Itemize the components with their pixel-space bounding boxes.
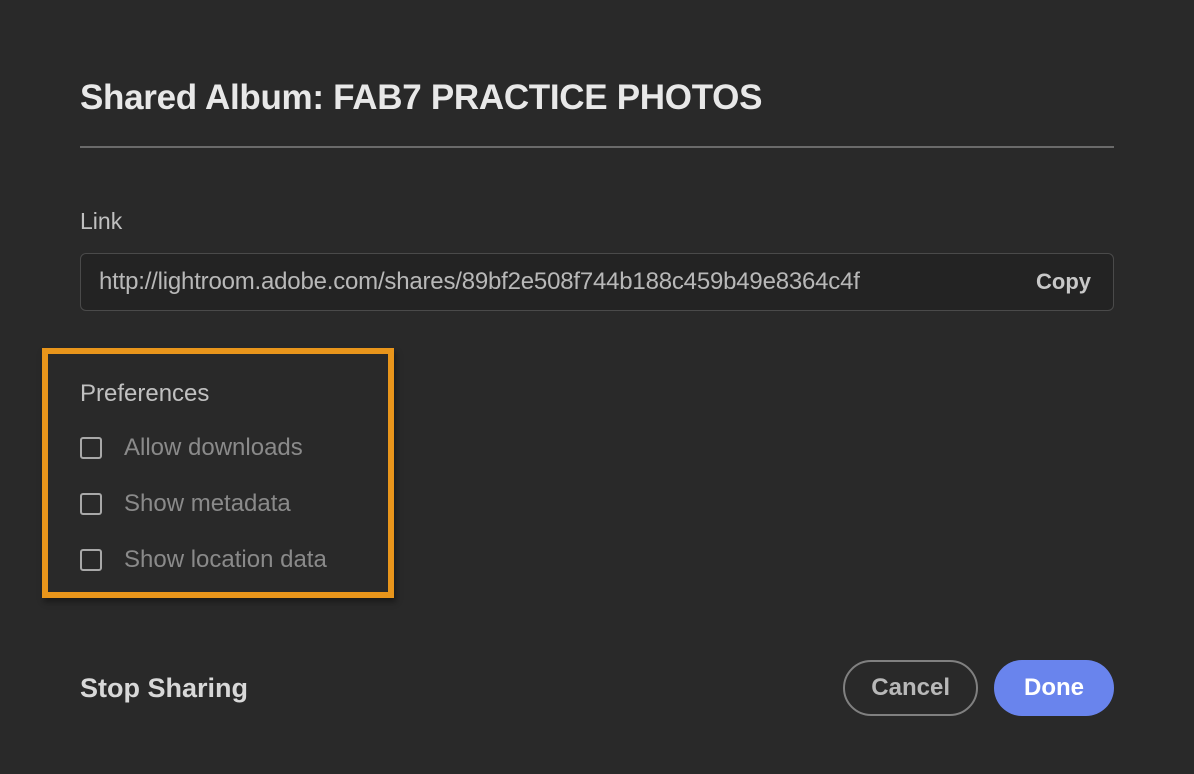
link-box: http://lightroom.adobe.com/shares/89bf2e…: [80, 253, 1114, 311]
link-url-text[interactable]: http://lightroom.adobe.com/shares/89bf2e…: [99, 268, 1016, 296]
preferences-highlight-box: Preferences Allow downloads Show metadat…: [42, 348, 394, 598]
checkbox-label-show-location: Show location data: [124, 546, 327, 574]
cancel-button[interactable]: Cancel: [843, 660, 978, 716]
preferences-label: Preferences: [80, 380, 356, 408]
link-label: Link: [80, 208, 1114, 235]
divider: [80, 146, 1114, 148]
link-section: Link http://lightroom.adobe.com/shares/8…: [80, 208, 1114, 311]
checkbox-show-metadata[interactable]: [80, 493, 102, 515]
stop-sharing-button[interactable]: Stop Sharing: [80, 673, 248, 704]
checkbox-row-show-location[interactable]: Show location data: [80, 546, 356, 574]
copy-button[interactable]: Copy: [1016, 269, 1095, 295]
bottom-actions-row: Stop Sharing Cancel Done: [80, 660, 1114, 716]
checkbox-row-allow-downloads[interactable]: Allow downloads: [80, 434, 356, 462]
checkbox-label-show-metadata: Show metadata: [124, 490, 291, 518]
checkbox-row-show-metadata[interactable]: Show metadata: [80, 490, 356, 518]
button-group: Cancel Done: [843, 660, 1114, 716]
checkbox-show-location[interactable]: [80, 549, 102, 571]
checkbox-allow-downloads[interactable]: [80, 437, 102, 459]
done-button[interactable]: Done: [994, 660, 1114, 716]
dialog-title: Shared Album: FAB7 PRACTICE PHOTOS: [80, 78, 1114, 118]
checkbox-label-allow-downloads: Allow downloads: [124, 434, 303, 462]
